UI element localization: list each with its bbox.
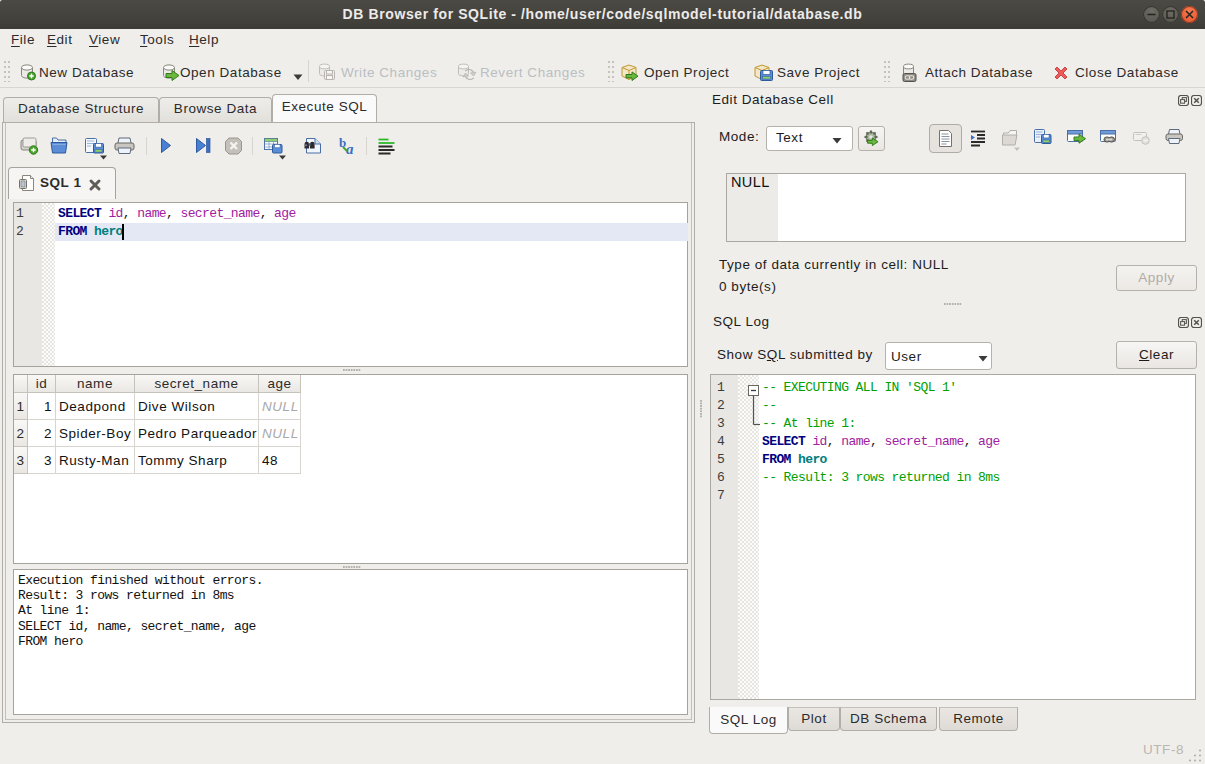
svg-text:a: a	[346, 141, 354, 157]
